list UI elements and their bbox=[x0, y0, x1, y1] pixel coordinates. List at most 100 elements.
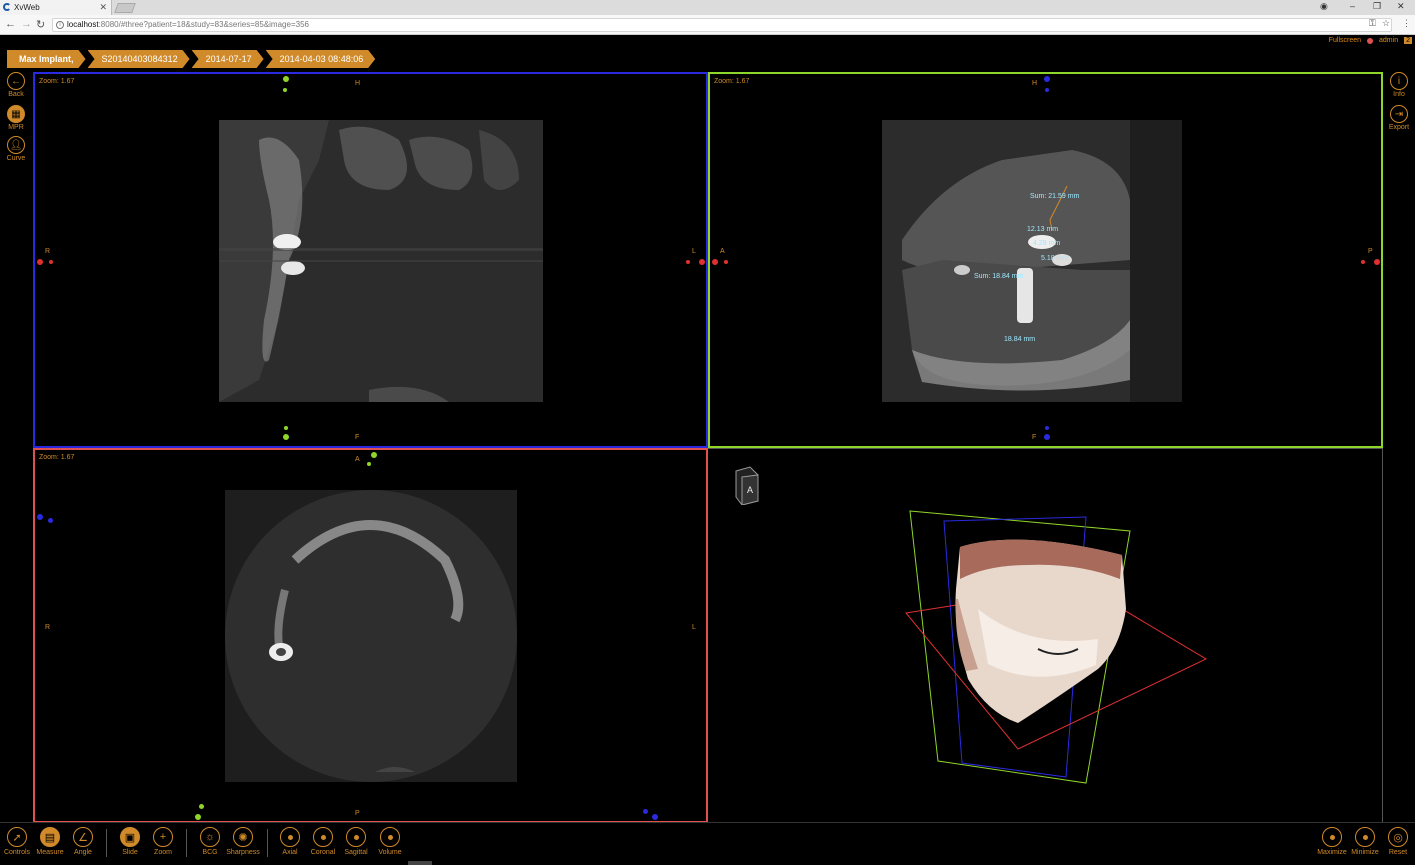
address-bar: ← → ↻ i localhost:8080/#three?patient=18… bbox=[0, 15, 1415, 35]
sagittal-viewport[interactable]: Zoom: 1.67 H F A P Sum: 21.59 mm 12.13 m… bbox=[708, 72, 1383, 448]
measurement-label: Sum: 18.84 mm bbox=[974, 273, 1024, 280]
export-button[interactable]: ⇥ Export bbox=[1384, 105, 1414, 131]
crosshair-handle[interactable] bbox=[1361, 260, 1365, 264]
coronal-viewport[interactable]: Zoom: 1.67 H F R L bbox=[33, 72, 708, 448]
crosshair-handle[interactable] bbox=[37, 259, 43, 265]
maximize-button[interactable]: Maximize bbox=[1315, 827, 1349, 856]
minimize-button[interactable]: Minimize bbox=[1348, 827, 1382, 856]
window-restore-icon[interactable]: ❐ bbox=[1373, 1, 1381, 12]
notification-badge[interactable]: 2 bbox=[1404, 37, 1412, 44]
browser-tab-bar: XvWeb ✕ ◉ – ❐ ✕ bbox=[0, 0, 1415, 15]
new-tab-button[interactable] bbox=[114, 3, 136, 13]
curve-button[interactable]: 👤︎ Curve bbox=[1, 136, 31, 162]
back-arrow-icon: ← bbox=[7, 72, 25, 90]
url-input[interactable]: i localhost:8080/#three?patient=18&study… bbox=[52, 18, 1392, 32]
breadcrumb-patient[interactable]: Max Implant, bbox=[7, 50, 86, 68]
crosshair-handle[interactable] bbox=[48, 518, 53, 523]
volume-viewport[interactable]: A bbox=[708, 448, 1383, 823]
window-minimize-icon[interactable]: – bbox=[1350, 1, 1355, 11]
volume-view-button[interactable]: Volume bbox=[373, 827, 407, 856]
crosshair-handle[interactable] bbox=[199, 804, 204, 809]
orientation-cube[interactable]: A bbox=[732, 465, 762, 505]
axial-viewport[interactable]: Zoom: 1.67 A P R L bbox=[33, 448, 708, 823]
crosshair-handle[interactable] bbox=[712, 259, 718, 265]
crosshair-handle[interactable] bbox=[1374, 259, 1380, 265]
orientation-right: L bbox=[692, 624, 696, 631]
bookmark-star-icon[interactable]: ☆ bbox=[1382, 18, 1390, 29]
crosshair-handle[interactable] bbox=[195, 814, 201, 820]
orientation-bottom: F bbox=[355, 434, 360, 441]
crosshair-handle[interactable] bbox=[724, 260, 728, 264]
browser-menu-icon[interactable]: ⋮ bbox=[1402, 18, 1411, 29]
crosshair-handle[interactable] bbox=[371, 452, 377, 458]
app-area: Fullscreen admin 2 Max Implant, S2014040… bbox=[0, 36, 1415, 865]
window-close-icon[interactable]: ✕ bbox=[1397, 1, 1405, 12]
breadcrumb-study-date[interactable]: 2014-07-17 bbox=[192, 50, 264, 68]
breadcrumb-study-id[interactable]: S20140403084312 bbox=[88, 50, 190, 68]
curve-label: Curve bbox=[6, 155, 26, 162]
info-button[interactable]: i Info bbox=[1384, 72, 1414, 98]
xvweb-favicon-icon bbox=[3, 3, 11, 11]
crosshair-handle[interactable] bbox=[37, 514, 43, 520]
measure-tool-button[interactable]: ▤ Measure bbox=[33, 827, 67, 856]
slide-tool-button[interactable]: ▣ Slide bbox=[113, 827, 147, 856]
crosshair-handle[interactable] bbox=[284, 426, 288, 430]
crosshair-handle[interactable] bbox=[652, 814, 658, 820]
forward-nav-icon[interactable]: → bbox=[21, 18, 32, 30]
crosshair-handle[interactable] bbox=[49, 260, 53, 264]
crosshair-handle[interactable] bbox=[643, 809, 648, 814]
coronal-view-button[interactable]: Coronal bbox=[306, 827, 340, 856]
volume-render bbox=[905, 510, 1208, 784]
crosshair-handle[interactable] bbox=[1044, 434, 1050, 440]
controls-tool-button[interactable]: ➚ Controls bbox=[0, 827, 34, 856]
reset-button[interactable]: ◎ Reset bbox=[1381, 827, 1415, 856]
back-label: Back bbox=[8, 91, 24, 98]
brightness-icon: ☼ bbox=[200, 827, 220, 847]
measurement-label: 12.13 mm bbox=[1027, 226, 1059, 233]
crosshair-handle[interactable] bbox=[283, 434, 289, 440]
sagittal-view-button[interactable]: Sagittal bbox=[339, 827, 373, 856]
crosshair-handle[interactable] bbox=[1045, 88, 1049, 92]
crosshair-handle[interactable] bbox=[686, 260, 690, 264]
mpr-button[interactable]: ▦ MPR bbox=[1, 105, 31, 131]
crosshair-handle[interactable] bbox=[283, 76, 289, 82]
site-info-icon[interactable]: i bbox=[56, 21, 64, 29]
user-name[interactable]: admin bbox=[1379, 37, 1398, 44]
tab-close-icon[interactable]: ✕ bbox=[99, 2, 107, 13]
breadcrumb-series-datetime[interactable]: 2014-04-03 08:48:06 bbox=[266, 50, 376, 68]
crosshair-handle[interactable] bbox=[1045, 426, 1049, 430]
sharpness-label: Sharpness bbox=[226, 849, 260, 856]
maximize-label: Maximize bbox=[1317, 849, 1347, 856]
sagittal-icon bbox=[346, 827, 366, 847]
orientation-left: R bbox=[45, 248, 51, 255]
orientation-top: H bbox=[1032, 80, 1038, 87]
mpr-label: MPR bbox=[8, 124, 24, 131]
key-icon[interactable]: ⚿ bbox=[1369, 18, 1376, 29]
crosshair-handle[interactable] bbox=[1044, 76, 1050, 82]
browser-tab[interactable]: XvWeb ✕ bbox=[0, 0, 112, 15]
grid-icon: ▦ bbox=[7, 105, 25, 123]
measurement-label: 4.28 mm bbox=[1033, 240, 1061, 247]
status-dot-icon bbox=[1367, 37, 1374, 44]
fullscreen-link[interactable]: Fullscreen bbox=[1329, 37, 1361, 44]
zoom-tool-button[interactable]: + Zoom bbox=[146, 827, 180, 856]
back-nav-icon[interactable]: ← bbox=[5, 18, 16, 30]
coronal-ct-slice bbox=[219, 120, 543, 402]
angle-tool-button[interactable]: ∠ Angle bbox=[66, 827, 100, 856]
orientation-bottom: F bbox=[1032, 434, 1037, 441]
reload-icon[interactable]: ↻ bbox=[36, 18, 45, 31]
bcg-tool-button[interactable]: ☼ BCG bbox=[193, 827, 227, 856]
person-icon: 👤︎ bbox=[7, 136, 25, 154]
cube-label: A bbox=[747, 485, 753, 495]
horizontal-scrollbar[interactable] bbox=[408, 861, 432, 865]
crosshair-handle[interactable] bbox=[283, 88, 287, 92]
crosshair-handle[interactable] bbox=[367, 462, 371, 466]
crosshair-handle[interactable] bbox=[699, 259, 705, 265]
sharpness-tool-button[interactable]: ✺ Sharpness bbox=[226, 827, 260, 856]
sharpness-icon: ✺ bbox=[233, 827, 253, 847]
axial-view-button[interactable]: Axial bbox=[273, 827, 307, 856]
back-button[interactable]: ← Back bbox=[1, 72, 31, 98]
profile-icon[interactable]: ◉ bbox=[1320, 1, 1328, 12]
minimize-icon bbox=[1355, 827, 1375, 847]
minimize-label: Minimize bbox=[1351, 849, 1379, 856]
